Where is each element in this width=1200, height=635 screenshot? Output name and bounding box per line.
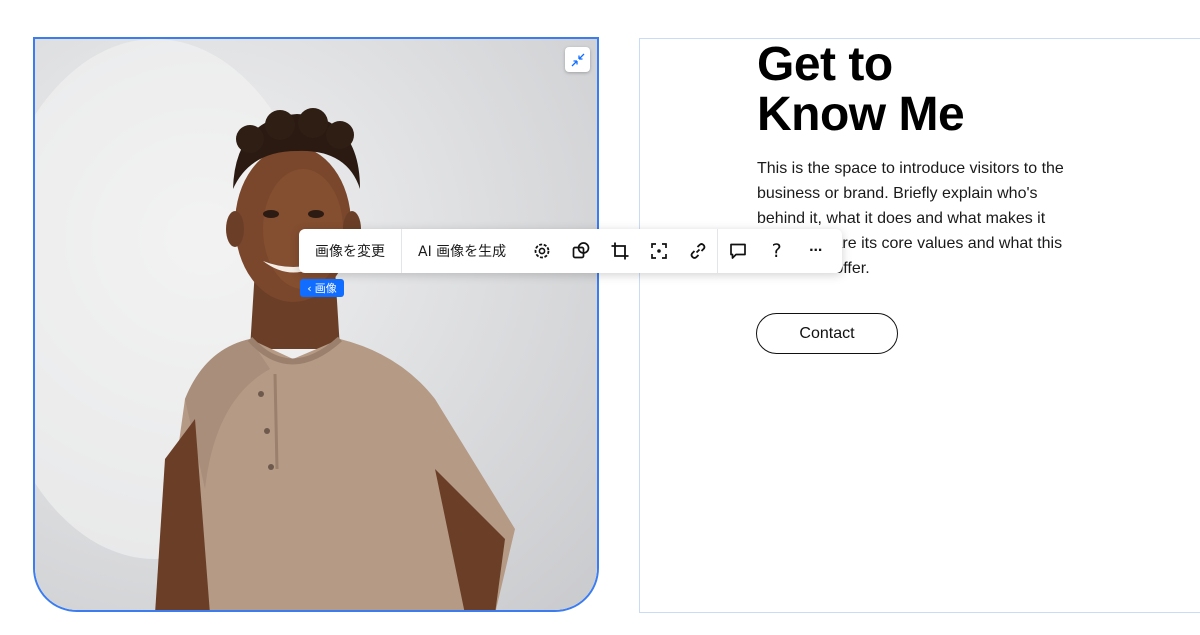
change-image-button[interactable]: 画像を変更 xyxy=(299,229,401,273)
settings-icon[interactable] xyxy=(522,229,561,273)
help-icon[interactable]: ? xyxy=(757,229,796,273)
title-line-2: Know Me xyxy=(757,88,965,141)
portrait-photo xyxy=(35,39,597,610)
crop-icon[interactable] xyxy=(600,229,639,273)
image-type-tag[interactable]: ‹ 画像 xyxy=(300,279,344,297)
image-tag-label: 画像 xyxy=(314,282,337,295)
section-title: Get to Know Me xyxy=(757,40,1087,140)
comment-icon[interactable] xyxy=(718,229,757,273)
image-element[interactable] xyxy=(33,37,599,612)
link-icon[interactable] xyxy=(678,229,717,273)
mask-shape-icon[interactable] xyxy=(561,229,600,273)
image-toolbar: 画像を変更 AI 画像を生成 ? ··· xyxy=(299,229,842,273)
generate-ai-image-button[interactable]: AI 画像を生成 xyxy=(402,229,522,273)
title-line-1: Get to xyxy=(757,38,893,91)
more-icon[interactable]: ··· xyxy=(796,229,835,273)
chevron-left-icon: ‹ xyxy=(307,281,312,295)
contact-button[interactable]: Contact xyxy=(756,313,898,354)
collapse-icon[interactable] xyxy=(565,47,590,72)
focal-point-icon[interactable] xyxy=(639,229,678,273)
